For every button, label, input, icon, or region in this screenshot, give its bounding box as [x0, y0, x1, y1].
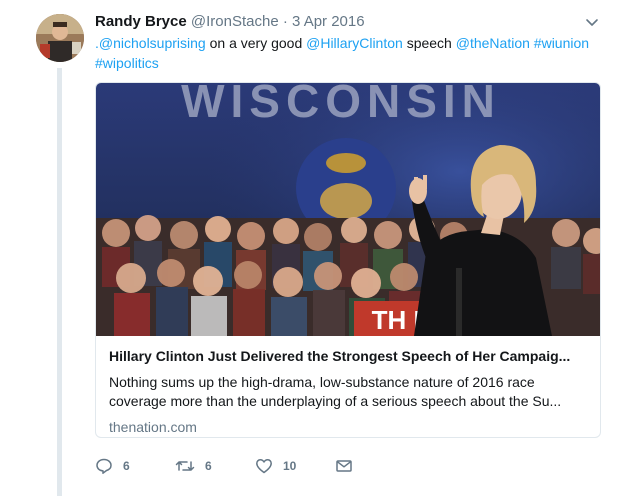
mention-link[interactable]: @HillaryClinton [306, 35, 403, 51]
reply-button[interactable]: 6 [95, 456, 130, 476]
card-photo: WISCONSIN TH N [96, 83, 600, 336]
link-card[interactable]: WISCONSIN TH N Hillary Clinton Just Deli… [95, 82, 601, 438]
display-name[interactable]: Randy Bryce [95, 13, 187, 30]
like-count: 10 [283, 459, 297, 473]
card-description: Nothing sums up the high-drama, low-subs… [109, 373, 589, 411]
wisconsin-sign: WISCONSIN [181, 83, 501, 127]
mention-link[interactable]: @theNation [456, 35, 530, 51]
card-body: Hillary Clinton Just Delivered the Stron… [109, 347, 591, 436]
retweet-count: 6 [205, 459, 212, 473]
like-icon [256, 459, 272, 474]
direct-message-button[interactable] [335, 456, 353, 476]
retweet-icon [175, 461, 195, 471]
tweet-actions: 6 6 10 [95, 456, 395, 476]
avatar[interactable] [36, 14, 84, 62]
reply-count: 6 [123, 459, 130, 473]
chevron-down-icon[interactable] [584, 14, 600, 30]
user-handle[interactable]: @IronStache [191, 13, 279, 30]
hashtag-link[interactable]: #wiunion [534, 35, 589, 51]
tweet-text-segment: on a very good [205, 35, 307, 51]
reply-icon [96, 458, 112, 474]
like-button[interactable]: 10 [255, 456, 296, 476]
tweet-text-segment: speech [402, 35, 456, 51]
thread-line [57, 68, 62, 496]
tweet-text: .@nicholsuprising on a very good @Hillar… [95, 33, 615, 73]
separator-dot: · [282, 13, 288, 30]
mention-link[interactable]: .@nicholsuprising [95, 35, 206, 51]
card-description-line: Nothing sums up the high-drama, low-subs… [109, 374, 535, 390]
hashtag-link[interactable]: #wipolitics [95, 55, 159, 71]
tweet-header: Randy Bryce @IronStache · 3 Apr 2016 [95, 12, 599, 32]
card-description-line: coverage more than the underplaying of a… [109, 393, 562, 409]
retweet-button[interactable]: 6 [175, 456, 212, 476]
tweet-date[interactable]: 3 Apr 2016 [292, 13, 365, 30]
card-domain: thenation.com [109, 419, 197, 435]
direct-message-icon [336, 460, 352, 472]
card-title[interactable]: Hillary Clinton Just Delivered the Stron… [109, 347, 589, 365]
